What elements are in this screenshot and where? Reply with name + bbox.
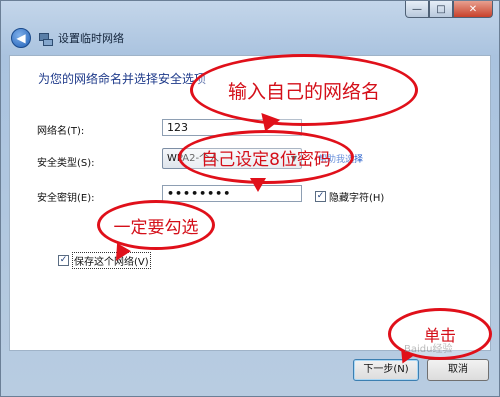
network-icon <box>38 31 53 46</box>
window-title: 设置临时网络 <box>58 32 124 45</box>
hide-characters-option[interactable]: ✓ 隐藏字符(H) <box>315 189 384 204</box>
window-controls: — □ ✕ <box>405 1 493 19</box>
network-name-label: 网络名(T): <box>37 126 85 137</box>
security-key-label: 安全密钥(E): <box>37 193 95 204</box>
close-button[interactable]: ✕ <box>453 1 493 18</box>
annotation-set-password: 自己设定8位密码 <box>178 130 354 184</box>
annotation-must-check: 一定要勾选 <box>97 200 215 250</box>
security-key-input[interactable]: •••••••• <box>162 185 302 202</box>
page-heading: 为您的网络命名并选择安全选项 <box>38 72 207 86</box>
minimize-button[interactable]: — <box>405 1 429 18</box>
annotation-tail <box>250 178 266 192</box>
cancel-button[interactable]: 取消 <box>427 359 489 381</box>
title-bar: ◀ 设置临时网络 <box>11 28 124 48</box>
watermark: Baidu经验 <box>404 344 453 355</box>
hide-characters-label: 隐藏字符(H) <box>329 193 385 204</box>
maximize-button[interactable]: □ <box>429 1 453 18</box>
security-type-label: 安全类型(S): <box>37 158 95 169</box>
back-arrow-icon[interactable]: ◀ <box>11 28 31 48</box>
annotation-enter-name: 输入自己的网络名 <box>190 54 418 126</box>
hide-characters-checkbox[interactable]: ✓ <box>315 191 326 202</box>
save-network-option[interactable]: ✓ 保存这个网络(V) <box>58 252 151 269</box>
save-network-checkbox[interactable]: ✓ <box>58 255 69 266</box>
